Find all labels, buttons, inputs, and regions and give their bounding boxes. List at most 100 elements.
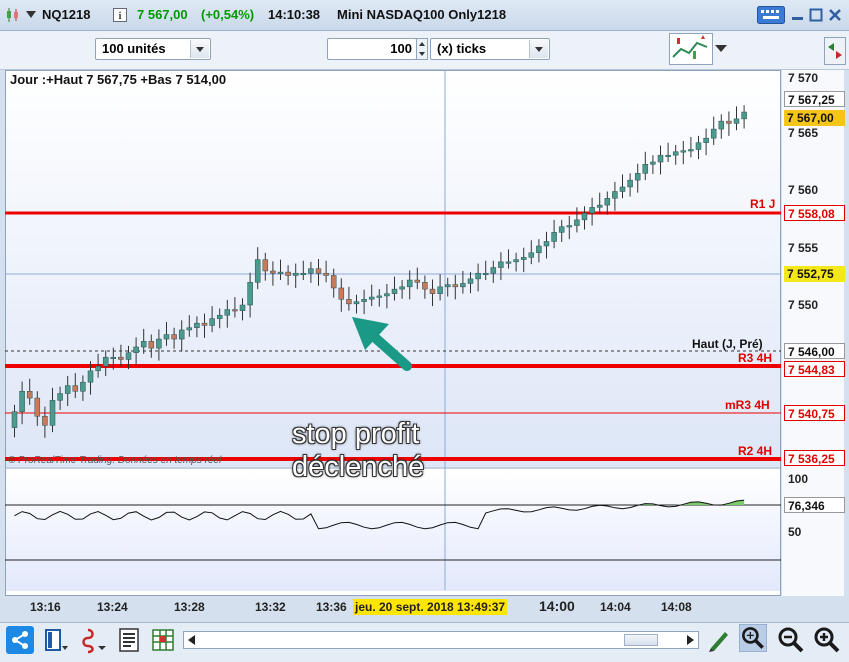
chart-style-icon[interactable] xyxy=(669,33,713,65)
ticks-unit-select[interactable]: (x) ticks xyxy=(430,38,550,60)
maximize-icon[interactable] xyxy=(809,8,823,22)
candle-bear xyxy=(429,288,436,294)
draw-tool-icon[interactable] xyxy=(705,626,733,654)
symbol-label[interactable]: NQ1218 xyxy=(42,7,90,22)
list-icon[interactable] xyxy=(116,626,144,654)
haut-value-box: 7 546,00 xyxy=(784,343,845,359)
candle-bull xyxy=(57,393,63,401)
scroll-thumb[interactable] xyxy=(624,634,658,646)
indicator-tick-label: 50 xyxy=(788,525,802,539)
level-label-r1j: R1 J xyxy=(750,197,776,211)
r34h-value-box: 7 544,83 xyxy=(784,361,845,377)
x-tick-label: 13:28 xyxy=(174,600,205,614)
x-tick-label: 14:08 xyxy=(661,600,692,614)
candle-bull xyxy=(482,272,489,275)
scroll-left-icon[interactable] xyxy=(186,634,198,646)
x-tick-label: 14:04 xyxy=(600,600,631,614)
candle-bull xyxy=(551,232,557,242)
candle-bull xyxy=(125,352,132,360)
candle-bull xyxy=(680,150,687,153)
close-icon[interactable] xyxy=(828,8,842,22)
annotation-text: stop profit déclenché xyxy=(292,418,424,484)
candle-bull xyxy=(247,282,253,306)
candle-bull xyxy=(741,111,747,120)
candle-bull xyxy=(642,164,649,174)
x-tick-label: 13:32 xyxy=(255,600,286,614)
candle-bear xyxy=(232,309,238,312)
units-value: 100 unités xyxy=(102,41,166,56)
dropdown-arrow-icon[interactable] xyxy=(26,11,36,19)
last-price: 7 567,00 xyxy=(137,7,188,22)
candle-bull xyxy=(102,356,109,367)
indicator-icon[interactable] xyxy=(80,626,108,654)
layout-icon[interactable] xyxy=(42,626,70,654)
candle-bull xyxy=(178,329,185,340)
candle-bull xyxy=(239,304,246,311)
copyright-notice: © ProRealTime Trading. Données en temps … xyxy=(8,455,222,466)
sync-scroll-icon[interactable] xyxy=(824,37,846,65)
share-icon[interactable] xyxy=(6,626,34,654)
chevron-down-icon[interactable] xyxy=(190,40,209,58)
candle-bull xyxy=(209,318,215,326)
price-axis[interactable] xyxy=(782,70,844,596)
price-chart[interactable] xyxy=(5,70,781,596)
mr34h-value-box: 7 540,75 xyxy=(784,405,845,421)
candlestick-icon xyxy=(7,8,18,22)
candle-bull xyxy=(277,271,284,274)
price-change: (+0,54%) xyxy=(201,7,255,22)
candle-bull xyxy=(156,338,162,349)
candle-bull xyxy=(520,257,527,260)
table-icon[interactable] xyxy=(150,626,178,654)
candle-bull xyxy=(460,283,466,288)
level-label-r34h: R3 4H xyxy=(738,351,773,365)
keyboard-icon[interactable] xyxy=(757,6,785,24)
title-bar: NQ1218 i 7 567,00 (+0,54%) 14:10:38 Mini… xyxy=(0,0,849,31)
candle-bull xyxy=(292,272,299,276)
units-select[interactable]: 100 unités xyxy=(95,38,211,60)
zoom-fit-icon[interactable] xyxy=(739,624,767,652)
candle-bull xyxy=(596,204,603,208)
candle-bear xyxy=(171,334,177,340)
candle-bear xyxy=(148,341,155,349)
candle-bull xyxy=(650,161,656,165)
y-tick-label: 7 565 xyxy=(788,126,819,140)
candle-bull xyxy=(695,142,702,150)
candle-bull xyxy=(254,259,261,283)
zoom-in-icon[interactable] xyxy=(813,626,841,654)
candle-bull xyxy=(140,341,147,348)
candle-bull xyxy=(574,219,580,226)
chart-style-dropdown-icon[interactable] xyxy=(715,45,727,53)
candle-bull xyxy=(604,198,611,206)
candle-bull xyxy=(688,149,694,152)
candle-bear xyxy=(34,397,41,417)
candle-bull xyxy=(634,173,641,181)
candle-bull xyxy=(163,334,170,340)
candle-bull xyxy=(543,241,550,247)
candle-bull xyxy=(80,381,86,392)
ticks-unit-label: (x) ticks xyxy=(437,41,487,56)
instrument-name: Mini NASDAQ100 Only1218 xyxy=(337,7,507,22)
ticks-input[interactable]: 100 xyxy=(327,38,417,60)
candle-bull xyxy=(216,314,223,319)
x-tick-label: 13:16 xyxy=(30,600,61,614)
candle-bull xyxy=(733,118,740,124)
candle-bull xyxy=(657,154,664,163)
candle-bull xyxy=(361,299,367,302)
ticks-stepper[interactable] xyxy=(416,38,428,60)
candle-bull xyxy=(391,288,398,294)
scroll-right-icon[interactable] xyxy=(684,634,696,646)
chevron-down-icon[interactable] xyxy=(529,40,548,58)
candle-bull xyxy=(133,346,139,353)
candle-bull xyxy=(612,191,618,199)
svg-text:i: i xyxy=(119,11,122,22)
candle-bear xyxy=(330,275,337,289)
info-icon[interactable]: i xyxy=(113,8,127,22)
candle-bull xyxy=(110,356,117,359)
x-tick-label: 14:00 xyxy=(539,598,575,614)
candle-bear xyxy=(26,391,33,399)
horizontal-scrollbar[interactable] xyxy=(183,631,699,649)
candle-bull xyxy=(718,120,725,130)
minimize-icon[interactable] xyxy=(791,8,805,22)
candle-bear xyxy=(452,284,459,288)
zoom-out-icon[interactable] xyxy=(777,626,805,654)
